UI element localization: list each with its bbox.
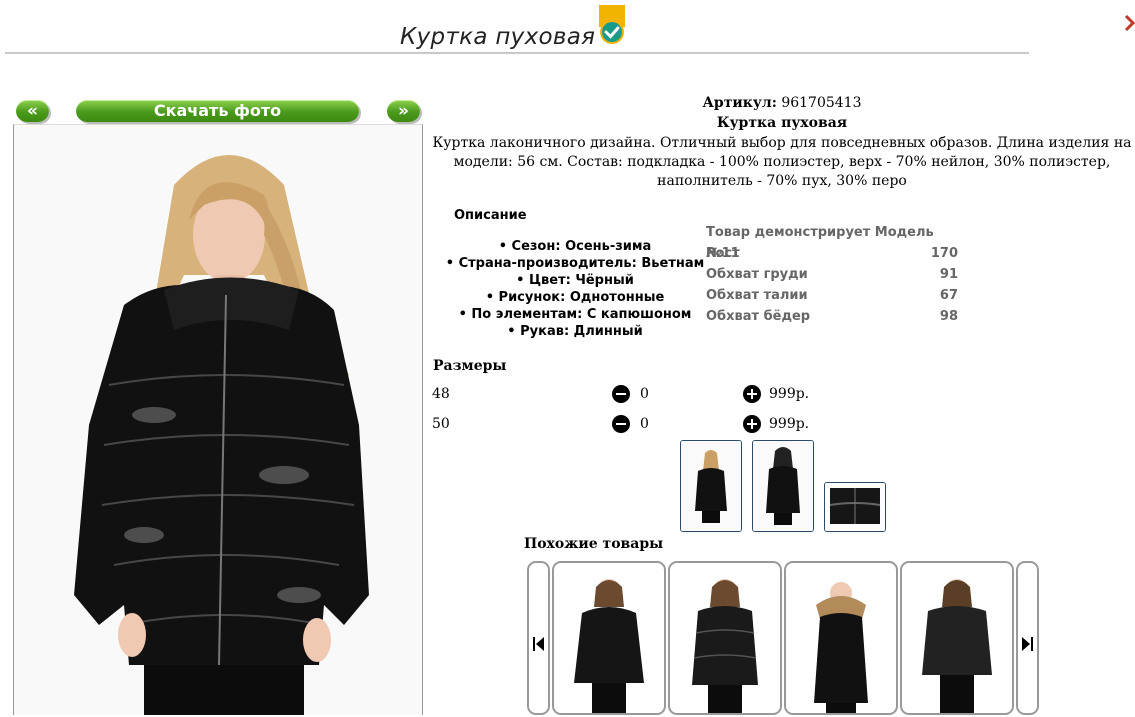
list-item: • Сезон: Осень-зима [498,239,652,254]
minus-icon[interactable] [612,385,630,403]
minus-icon[interactable] [612,415,630,433]
size-label: 50 [432,416,450,432]
similar-item[interactable] [668,561,782,715]
quantity-value: 0 [640,386,649,402]
similar-item[interactable] [784,561,898,715]
size-row: 50 0 999р. [432,414,832,434]
plus-icon[interactable] [743,415,761,433]
prev-photo-button[interactable]: « [16,100,49,122]
table-row: Обхват бёдер 98 [706,309,958,324]
thumbnail-front[interactable] [680,440,742,532]
quantity-value: 0 [640,416,649,432]
article-label: Артикул: [702,95,777,111]
size-row: 48 0 999р. [432,384,832,404]
main-product-photo[interactable] [13,124,423,715]
table-row: Обхват груди 91 [706,267,958,282]
list-item: • Цвет: Чёрный [516,273,634,288]
model-measurements: Товар демонстрирует Модель №11 Рост 170 О… [706,222,958,327]
thumbnail-back[interactable] [752,440,814,532]
check-circle-icon [598,5,626,47]
download-photo-button[interactable]: Скачать фото [76,100,359,122]
close-icon[interactable] [1124,12,1135,34]
product-description: Куртка лаконичного дизайна. Отличный выб… [432,135,1132,189]
product-name: Куртка пуховая [716,115,848,131]
similar-heading: Похожие товары [524,536,664,552]
details-heading: Описание [454,208,527,223]
skip-forward-icon [1022,637,1033,651]
table-row: Рост 170 [706,246,958,261]
page-title: Куртка пуховая [400,24,596,50]
table-row: Обхват талии 67 [706,288,958,303]
article-value: 961705413 [781,95,862,111]
details-list: • Сезон: Осень-зима • Страна-производите… [440,238,710,340]
plus-icon[interactable] [743,385,761,403]
list-item: • По элементам: С капюшоном [458,307,692,322]
sizes-heading: Размеры [433,358,507,374]
thumbnail-detail[interactable] [824,482,886,532]
skip-back-icon [533,637,544,651]
model-heading: Товар демонстрирует Модель №11 [706,225,934,261]
list-item: • Рукав: Длинный [507,324,643,339]
list-item: • Страна-производитель: Вьетнам [445,256,705,271]
size-label: 48 [432,386,450,402]
similar-item[interactable] [900,561,1014,715]
similar-item[interactable] [552,561,666,715]
similar-prev-button[interactable] [527,561,550,715]
similar-next-button[interactable] [1016,561,1039,715]
price-value: 999р. [769,416,810,432]
price-value: 999р. [769,386,810,402]
list-item: • Рисунок: Однотонные [485,290,665,305]
header-divider [5,52,1029,54]
next-photo-button[interactable]: » [387,100,420,122]
